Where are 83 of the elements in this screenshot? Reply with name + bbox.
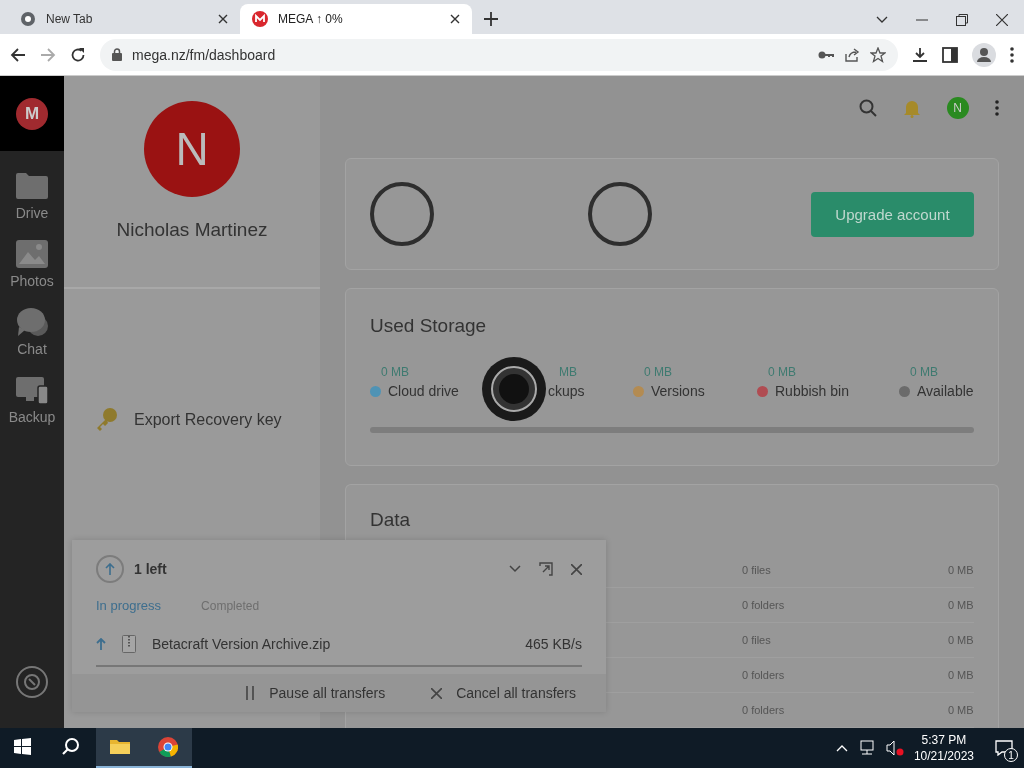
browser-icon[interactable] <box>158 737 178 757</box>
zip-file-icon <box>122 635 136 653</box>
file-name: Betacraft Version Archive.zip <box>152 636 332 652</box>
storage-label: ckups <box>548 383 585 399</box>
item-count: 0 folders <box>742 599 785 611</box>
pause-all-button[interactable]: Pause all transfers <box>245 685 386 701</box>
item-count: 0 folders <box>742 704 785 716</box>
storage-value: 0 MB <box>380 365 409 379</box>
cancel-all-button[interactable]: Cancel all transfers <box>431 685 576 701</box>
clock-date[interactable]: 10/21/2023 <box>913 748 974 764</box>
size-value: 0 MB <box>947 564 974 576</box>
sync-icon[interactable] <box>16 666 48 698</box>
loading-ring <box>588 182 652 246</box>
card-title: Used Storage <box>370 315 488 337</box>
sidebar-item[interactable]: Backup <box>8 375 56 425</box>
spinner-ring-icon <box>489 364 539 414</box>
close-icon <box>431 687 443 699</box>
download-icon[interactable] <box>912 46 928 63</box>
mega-logo-icon <box>252 11 268 27</box>
storage-value: 0 MB <box>767 365 796 379</box>
pause-icon <box>245 686 256 700</box>
clock-time[interactable]: 5:37 PM <box>921 732 967 748</box>
size-value: 0 MB <box>947 669 974 681</box>
close-icon[interactable] <box>450 14 460 24</box>
up-arrow-icon <box>105 563 115 575</box>
url-text: mega.nz/fm/dashboard <box>132 46 277 63</box>
size-value: 0 MB <box>947 634 974 646</box>
restore-icon[interactable] <box>956 14 968 26</box>
folder-icon <box>16 171 48 201</box>
storage-value: MB <box>558 365 577 379</box>
storage-value: 0 MB <box>643 365 672 379</box>
share-icon[interactable] <box>844 46 860 63</box>
loading-ring <box>370 182 434 246</box>
item-count: 0 files <box>742 634 771 646</box>
storage-label: Versions <box>651 383 705 399</box>
item-count: 0 files <box>742 564 771 576</box>
more-icon[interactable] <box>1010 46 1014 63</box>
browser-icon <box>20 11 36 27</box>
mega-logo[interactable]: M <box>16 97 48 130</box>
reload-icon[interactable] <box>70 46 86 63</box>
address-bar[interactable]: mega.nz/fm/dashboard <box>100 38 898 71</box>
network-icon[interactable] <box>857 740 876 756</box>
browser-tab[interactable]: MEGA ↑ 0% <box>240 4 472 34</box>
item-count: 0 folders <box>742 669 785 681</box>
chevron-up-icon[interactable] <box>835 744 848 752</box>
sidebar-item[interactable]: Chat <box>16 307 48 357</box>
folder-icon[interactable] <box>110 737 130 757</box>
new-tab-icon[interactable] <box>484 12 498 26</box>
side-panel-icon[interactable] <box>942 46 958 63</box>
size-value: 0 MB <box>947 704 974 716</box>
storage-label: Available <box>917 383 974 399</box>
sidebar-item[interactable]: Drive <box>15 171 49 221</box>
transfer-summary: 1 left <box>134 561 168 577</box>
size-value: 0 MB <box>947 599 974 611</box>
image-icon <box>16 239 48 269</box>
key-icon[interactable] <box>818 49 834 60</box>
user-name: Nicholas Martinez <box>116 219 268 241</box>
user-avatar[interactable]: N <box>946 97 969 119</box>
star-icon[interactable] <box>870 46 886 63</box>
lock-icon <box>112 48 122 61</box>
sidebar-item[interactable]: Photos <box>10 239 54 289</box>
start-icon[interactable] <box>14 738 34 758</box>
up-arrow-icon <box>96 638 106 650</box>
expand-icon[interactable] <box>539 562 553 576</box>
back-icon[interactable] <box>10 46 26 63</box>
devices-icon <box>16 375 48 405</box>
storage-label: Cloud drive <box>388 383 459 399</box>
export-recovery-key-link[interactable]: Export Recovery key <box>94 407 282 433</box>
chat-bubbles-icon <box>16 307 48 337</box>
close-icon[interactable] <box>218 14 228 24</box>
profile-avatar: N <box>144 101 240 197</box>
transfer-speed: 465 KB/s <box>525 636 582 652</box>
notification-count: 1 <box>1004 748 1018 762</box>
close-icon[interactable] <box>996 14 1008 26</box>
muted-speaker-icon[interactable] <box>885 740 904 756</box>
storage-value: 0 MB <box>909 365 938 379</box>
chevron-down-icon[interactable] <box>876 16 888 24</box>
profile-icon[interactable] <box>972 42 996 67</box>
upgrade-account-button[interactable]: Upgrade account <box>811 191 974 237</box>
card-title: Data <box>370 509 412 531</box>
more-icon[interactable] <box>994 100 999 116</box>
browser-tab[interactable]: New Tab <box>8 4 240 34</box>
storage-label: Rubbish bin <box>775 383 849 399</box>
